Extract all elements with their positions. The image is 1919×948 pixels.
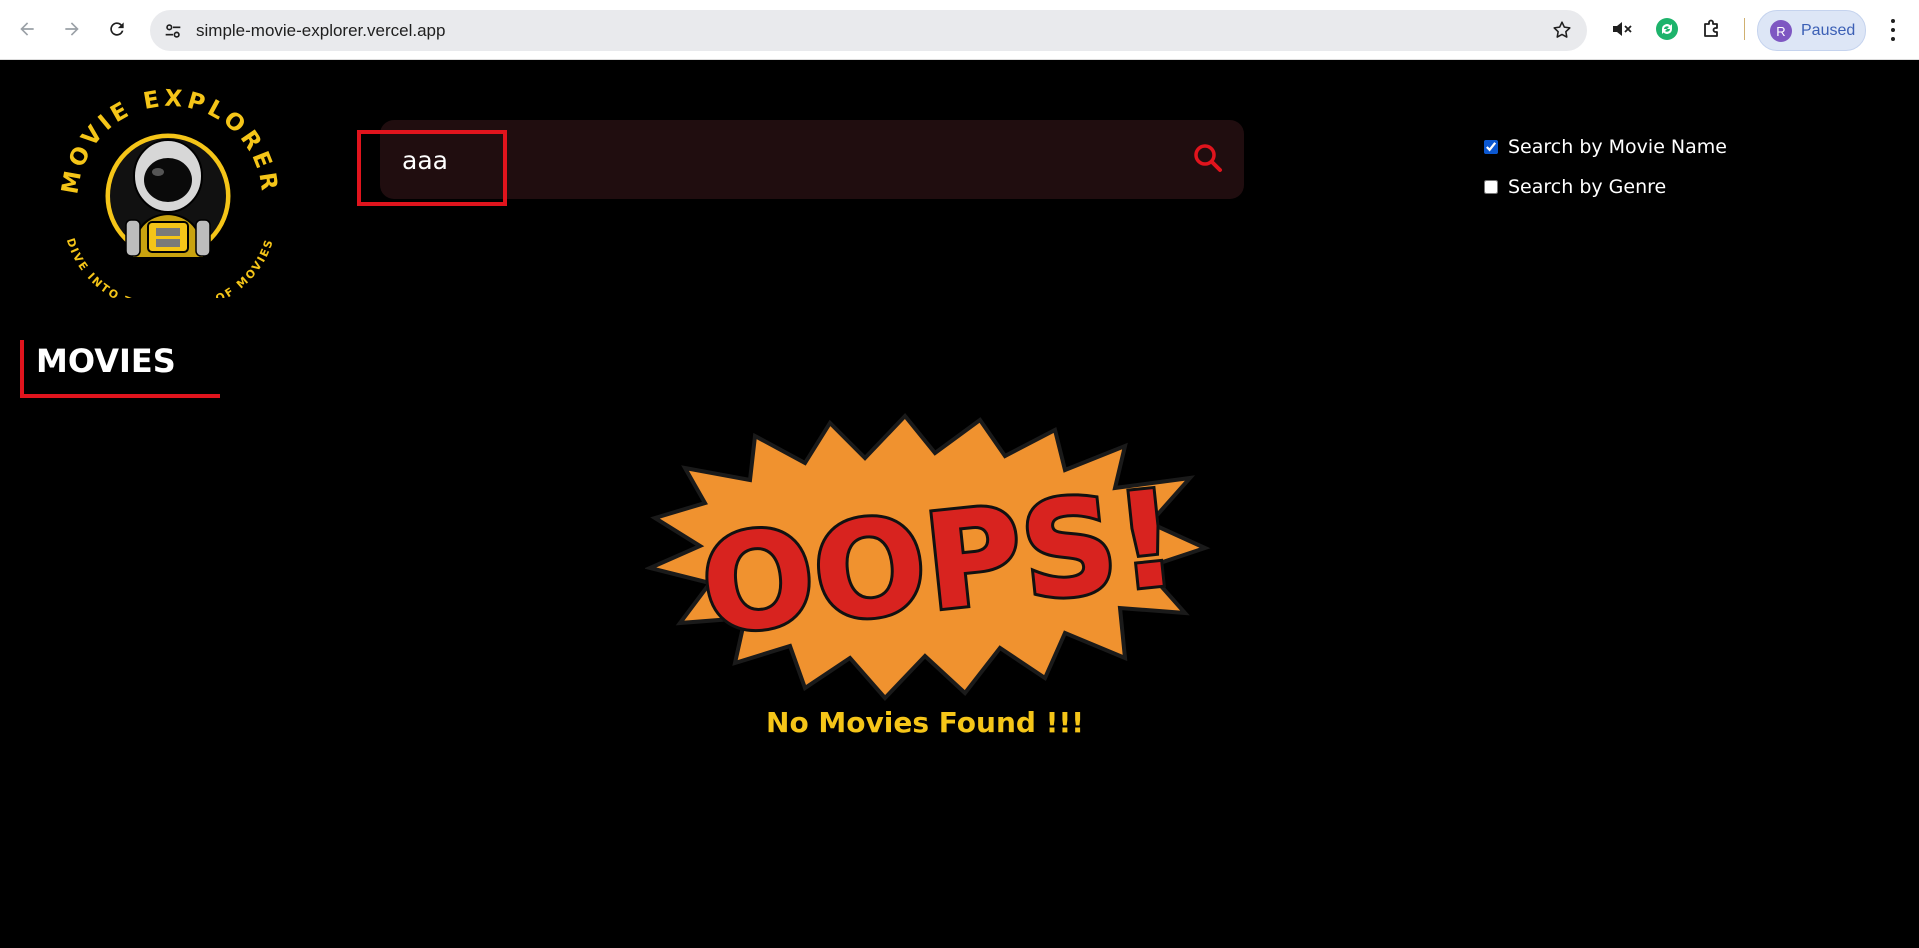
- back-button[interactable]: [10, 12, 44, 46]
- movie-explorer-logo[interactable]: MOVIE EXPLORER DIVE INTO THE WORLD OF MO…: [50, 88, 290, 298]
- extension-sync-button[interactable]: [1654, 16, 1680, 42]
- oops-illustration: OOPS!: [645, 412, 1211, 701]
- extensions-button[interactable]: [1699, 16, 1725, 42]
- movie-name-checkbox[interactable]: [1484, 140, 1498, 154]
- address-bar[interactable]: simple-movie-explorer.vercel.app: [150, 10, 1587, 51]
- forward-button[interactable]: [55, 12, 89, 46]
- browser-toolbar: simple-movie-explorer.vercel.app R Pause…: [0, 0, 1919, 60]
- site-settings-icon[interactable]: [162, 20, 184, 42]
- arrow-right-icon: [65, 22, 79, 36]
- search-filter-options: Search by Movie Name Search by Genre: [1484, 134, 1727, 214]
- dot-icon: [1891, 19, 1895, 23]
- genre-label[interactable]: Search by Genre: [1508, 176, 1666, 198]
- dot-icon: [1891, 37, 1895, 41]
- muted-speaker-icon: [1613, 22, 1632, 36]
- search-bar: [380, 120, 1244, 199]
- puzzle-icon: [1704, 19, 1718, 37]
- no-movies-message: No Movies Found !!!: [766, 706, 1084, 739]
- filter-genre: Search by Genre: [1484, 174, 1727, 200]
- green-sync-extension-icon: [1656, 18, 1678, 40]
- search-button[interactable]: [1190, 140, 1226, 176]
- profile-status: Paused: [1801, 22, 1856, 39]
- arrow-left-icon: [20, 22, 34, 36]
- avatar: R: [1770, 20, 1792, 42]
- section-title: MOVIES: [36, 342, 176, 380]
- dot-icon: [1891, 28, 1895, 32]
- search-icon: [1194, 144, 1222, 172]
- bookmark-star-icon[interactable]: [1551, 19, 1573, 41]
- reload-icon: [110, 22, 124, 36]
- genre-checkbox[interactable]: [1484, 180, 1498, 194]
- movies-section-heading: MOVIES: [20, 340, 220, 398]
- movie-name-label[interactable]: Search by Movie Name: [1508, 136, 1727, 158]
- toolbar-divider: [1744, 18, 1745, 40]
- url-text[interactable]: simple-movie-explorer.vercel.app: [196, 20, 445, 41]
- reload-button[interactable]: [100, 12, 134, 46]
- profile-button[interactable]: R Paused: [1757, 10, 1866, 51]
- browser-menu-button[interactable]: [1885, 16, 1901, 44]
- mute-tab-button[interactable]: [1609, 16, 1635, 42]
- search-input[interactable]: [402, 140, 1182, 180]
- filter-movie-name: Search by Movie Name: [1484, 134, 1727, 160]
- astronaut-icon: [102, 130, 234, 262]
